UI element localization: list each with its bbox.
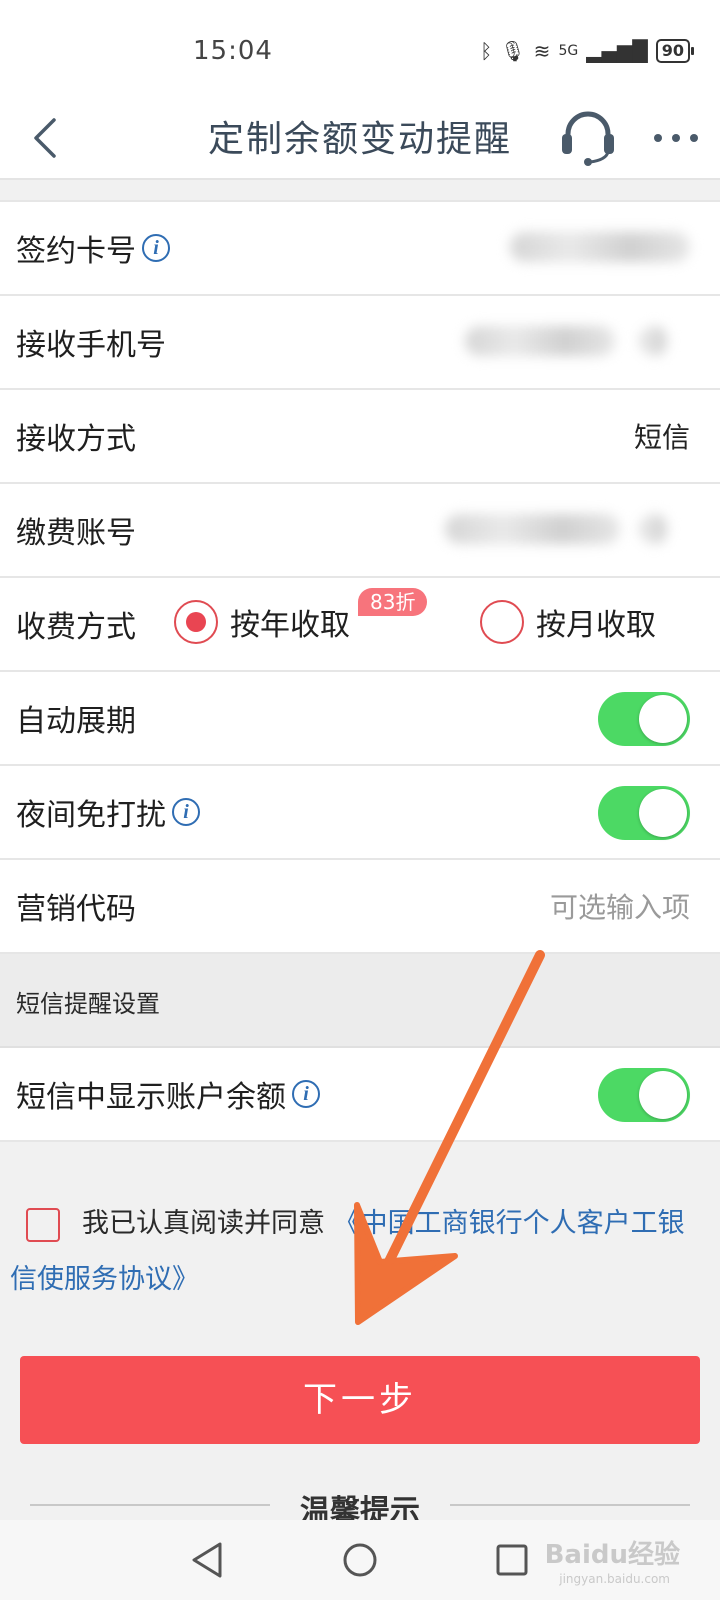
system-home-button[interactable] [332, 1534, 388, 1586]
agreement-text: 我已认真阅读并同意 [82, 1208, 325, 1239]
night-mode-row: 夜间免打扰 i [0, 766, 720, 860]
card-number-row: 签约卡号 i [0, 202, 720, 296]
signal-icon: 5G [558, 43, 579, 59]
divider [450, 1504, 690, 1506]
marketing-code-row: 营销代码 可选输入项 [0, 860, 720, 954]
system-back-button[interactable] [180, 1534, 236, 1586]
receive-method-label: 接收方式 [16, 422, 136, 457]
status-icons: ᛒ 🎙 ≋ 5G ▂▄▆█ 90 [480, 38, 695, 64]
fee-yearly-label: 按年收取 [230, 608, 350, 643]
discount-badge: 83折 [358, 588, 428, 616]
info-icon[interactable]: i [142, 234, 170, 262]
auto-renew-toggle[interactable] [598, 692, 690, 746]
more-dots-icon [654, 134, 698, 142]
phone-row[interactable]: 接收手机号 [0, 296, 720, 390]
card-number-value [510, 232, 690, 262]
wifi-icon: ≋ [533, 39, 551, 63]
auto-renew-label: 自动展期 [16, 704, 136, 739]
auto-renew-row: 自动展期 [0, 672, 720, 766]
marketing-code-label: 营销代码 [16, 892, 136, 927]
card-number-label: 签约卡号 [16, 234, 136, 269]
night-mode-toggle[interactable] [598, 786, 690, 840]
fee-yearly-radio[interactable]: 按年收取 [174, 600, 350, 644]
pay-account-value [445, 514, 620, 544]
square-recents-icon [496, 1544, 528, 1576]
status-time: 15:04 [193, 36, 273, 66]
headset-icon [562, 111, 614, 166]
triangle-back-icon [192, 1542, 222, 1578]
bluetooth-icon: ᛒ [480, 39, 493, 63]
show-balance-row: 短信中显示账户余额 i [0, 1048, 720, 1142]
sms-section-header: 短信提醒设置 [0, 954, 720, 1048]
marketing-code-input[interactable]: 可选输入项 [550, 886, 690, 926]
radio-checked-icon [174, 600, 218, 644]
fee-monthly-radio[interactable]: 按月收取 [480, 600, 656, 644]
show-balance-label: 短信中显示账户余额 [16, 1080, 286, 1115]
watermark-logo: Baidu经验 [544, 1540, 680, 1570]
agreement-checkbox[interactable] [26, 1208, 60, 1242]
tips-header: 温馨提示 [0, 1484, 720, 1529]
chevron-right-icon [640, 514, 668, 544]
system-recents-button[interactable] [484, 1534, 540, 1586]
receive-method-value: 短信 [633, 421, 690, 454]
chevron-right-icon [640, 326, 668, 356]
night-mode-label: 夜间免打扰 [16, 798, 166, 833]
more-button[interactable] [648, 104, 704, 172]
microphone-icon: 🎙 [500, 39, 526, 63]
signal-bars-icon: ▂▄▆█ [586, 39, 648, 63]
receive-method-row: 接收方式 短信 [0, 390, 720, 484]
pay-account-row[interactable]: 缴费账号 [0, 484, 720, 578]
watermark-url: jingyan.baidu.com [559, 1572, 670, 1586]
battery-icon: 90 [655, 39, 695, 63]
pay-account-label: 缴费账号 [16, 516, 136, 551]
agreement: 我已认真阅读并同意 《中国工商银行个人客户工银信使服务协议》 [0, 1196, 720, 1308]
show-balance-toggle[interactable] [598, 1068, 690, 1122]
fee-method-label: 收费方式 [16, 610, 136, 645]
status-bar: 15:04 ᛒ 🎙 ≋ 5G ▂▄▆█ 90 [0, 0, 720, 100]
info-icon[interactable]: i [292, 1080, 320, 1108]
fee-monthly-label: 按月收取 [536, 608, 656, 643]
phone-value [465, 326, 615, 356]
info-icon[interactable]: i [172, 798, 200, 826]
radio-unchecked-icon [480, 600, 524, 644]
fee-method-row: 收费方式 按年收取 83折 按月收取 [0, 578, 720, 672]
sms-section-title: 短信提醒设置 [16, 990, 160, 1018]
circle-home-icon [343, 1543, 377, 1577]
form: 签约卡号 i 接收手机号 接收方式 短信 缴费账号 收费方式 按年收取 83折 [0, 200, 720, 1142]
phone-label: 接收手机号 [16, 328, 166, 363]
nav-bar: 定制余额变动提醒 [0, 96, 720, 180]
next-button[interactable]: 下一步 [20, 1356, 700, 1444]
customer-service-button[interactable] [556, 104, 620, 172]
